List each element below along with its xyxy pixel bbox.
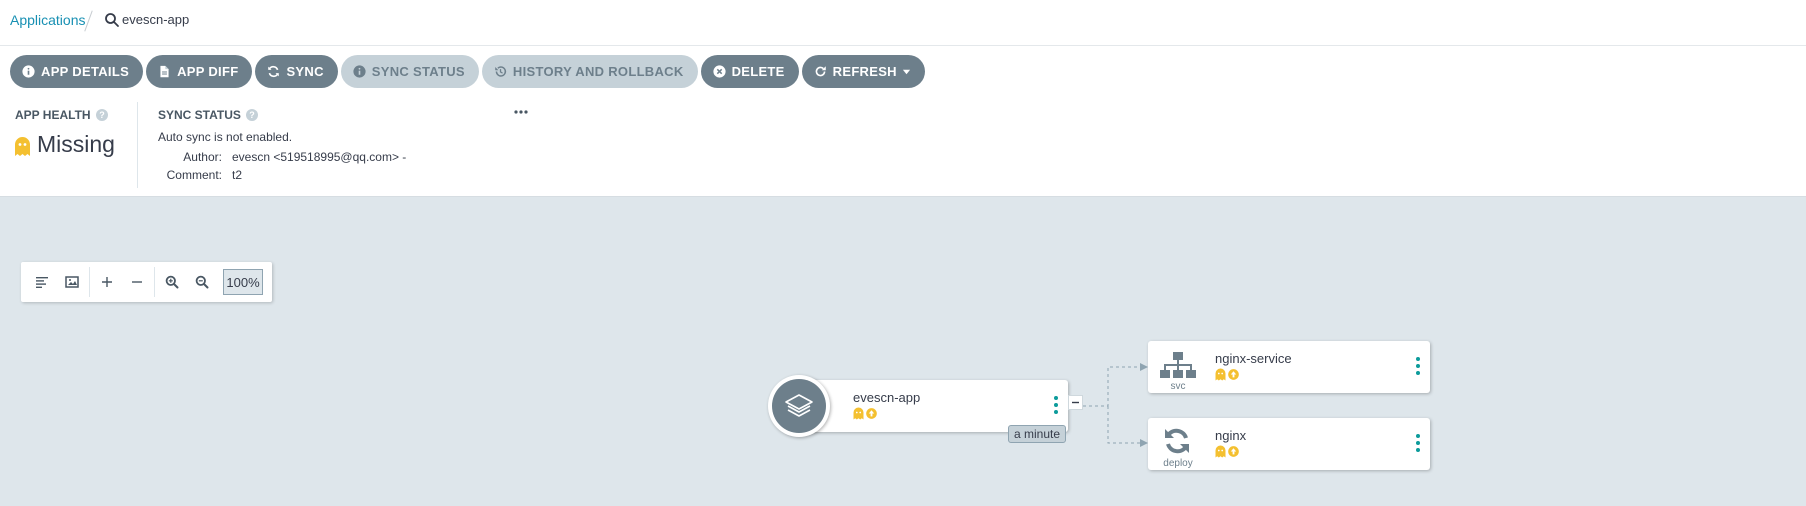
sync-icon: [268, 65, 280, 78]
svg-text:?: ?: [99, 110, 105, 120]
sync-status-heading: SYNC STATUS ?: [158, 108, 258, 122]
kebab-menu-icon[interactable]: [1415, 433, 1421, 453]
question-circle-icon[interactable]: ?: [95, 109, 108, 121]
app-node-name: evescn-app: [853, 390, 921, 405]
question-circle-icon[interactable]: ?: [245, 109, 258, 121]
times-circle-icon: [712, 65, 726, 78]
app-health-heading: APP HEALTH ?: [15, 108, 108, 122]
sync-status-label: SYNC STATUS: [371, 64, 465, 79]
graph-edges: [1083, 363, 1148, 447]
sitemap-icon: [1160, 352, 1196, 378]
auto-sync-text: Auto sync is not enabled.: [158, 130, 293, 144]
align-left-icon: [36, 277, 48, 288]
status-divider: [137, 102, 138, 188]
app-node-status: [853, 407, 877, 420]
breadcrumb-applications-link[interactable]: Applications: [10, 12, 86, 28]
info-circle-icon: [353, 65, 366, 78]
sync-status-button[interactable]: SYNC STATUS: [340, 55, 479, 88]
minus-icon: [132, 281, 142, 283]
delete-button[interactable]: DELETE: [700, 55, 799, 88]
graph-toolbar-divider: [154, 267, 155, 297]
ghost-icon: [1215, 368, 1226, 381]
layers-icon: [785, 394, 813, 417]
history-and-rollback-label: HISTORY AND ROLLBACK: [512, 64, 684, 79]
resource-name: nginx-service: [1215, 351, 1292, 366]
sync-label: SYNC: [286, 64, 324, 79]
expand-button[interactable]: [92, 267, 122, 297]
ellipsis-icon[interactable]: [514, 110, 528, 114]
minus-icon: [1072, 401, 1079, 404]
kebab-menu-icon[interactable]: [1415, 356, 1421, 376]
ghost-icon: [853, 407, 864, 420]
author-label: Author:: [183, 150, 222, 164]
sync-circle-icon: [1165, 428, 1189, 454]
resource-node-nginx-service[interactable]: svc nginx-service: [1148, 341, 1430, 393]
resource-node-nginx[interactable]: deploy nginx: [1148, 418, 1430, 470]
comment-label: Comment:: [166, 168, 222, 182]
collapse-node-button[interactable]: [1068, 395, 1083, 410]
edge-to-nginx-service: [1083, 366, 1140, 407]
graph-toolbar-divider: [89, 267, 90, 297]
zoom-in-button[interactable]: [157, 267, 187, 297]
collapse-button[interactable]: [122, 267, 152, 297]
edge-arrow: [1140, 363, 1148, 371]
graph-toolbar: 100%: [21, 262, 272, 302]
app-details-label: APP DETAILS: [41, 64, 130, 79]
sync-button[interactable]: SYNC: [255, 55, 338, 88]
app-status-panel: APP HEALTH ? Missing SYNC STATUS ? Auto …: [0, 98, 1806, 197]
ghost-icon: [15, 137, 30, 156]
search-icon[interactable]: [104, 12, 120, 28]
edge-arrow: [1140, 439, 1148, 447]
top-bar: Applications evescn-app: [0, 0, 1806, 46]
app-details-button[interactable]: APP DETAILS: [10, 55, 144, 88]
sync-status-title: SYNC STATUS: [158, 108, 241, 122]
app-diff-button[interactable]: APP DIFF: [146, 55, 253, 88]
refresh-label: REFRESH: [832, 64, 897, 79]
info-circle-icon: [22, 65, 35, 78]
app-node-icon-circle[interactable]: [768, 375, 830, 437]
plus-icon: [102, 277, 112, 287]
history-icon: [495, 66, 506, 77]
resource-graph[interactable]: 100% evescn-app a minute svc nginx-servi…: [0, 197, 1806, 506]
resource-name: nginx: [1215, 428, 1247, 443]
arrow-circle-up-icon: [1228, 446, 1239, 457]
refresh-button[interactable]: REFRESH: [801, 55, 925, 88]
app-health-value: Missing: [37, 131, 115, 157]
zoom-in-icon: [165, 275, 179, 289]
resource-status: [1215, 445, 1239, 458]
author-value: evescn <519518995@qq.com> -: [232, 150, 407, 164]
resource-kind: svc: [1170, 381, 1186, 392]
app-health-title: APP HEALTH: [15, 108, 91, 122]
breadcrumb-current-app[interactable]: evescn-app: [122, 12, 189, 27]
file-icon: [160, 65, 169, 78]
breadcrumb-separator: [84, 10, 93, 32]
app-age-badge: a minute: [1008, 425, 1067, 443]
app-toolbar: APP DETAILS APP DIFF SYNC SYNC STATUS HI…: [10, 55, 925, 89]
ghost-icon: [1215, 445, 1226, 458]
edge-to-nginx: [1107, 406, 1140, 444]
arrow-circle-up-icon: [1228, 369, 1239, 380]
resource-kind: deploy: [1163, 458, 1193, 469]
align-left-button[interactable]: [27, 267, 57, 297]
svg-text:?: ?: [249, 110, 255, 120]
kebab-menu-icon[interactable]: [1053, 395, 1059, 415]
caret-down-icon: [902, 69, 910, 75]
zoom-out-button[interactable]: [187, 267, 217, 297]
zoom-level[interactable]: 100%: [223, 269, 263, 295]
fit-image-button[interactable]: [57, 267, 87, 297]
history-and-rollback-button[interactable]: HISTORY AND ROLLBACK: [481, 55, 698, 88]
arrow-circle-up-icon: [866, 408, 877, 419]
app-icon-background: [772, 379, 826, 433]
comment-value: t2: [232, 168, 243, 182]
redo-icon: [815, 66, 826, 77]
resource-status: [1215, 368, 1239, 381]
image-icon: [65, 276, 79, 288]
app-diff-label: APP DIFF: [177, 64, 239, 79]
zoom-out-icon: [195, 275, 209, 289]
delete-label: DELETE: [731, 64, 785, 79]
